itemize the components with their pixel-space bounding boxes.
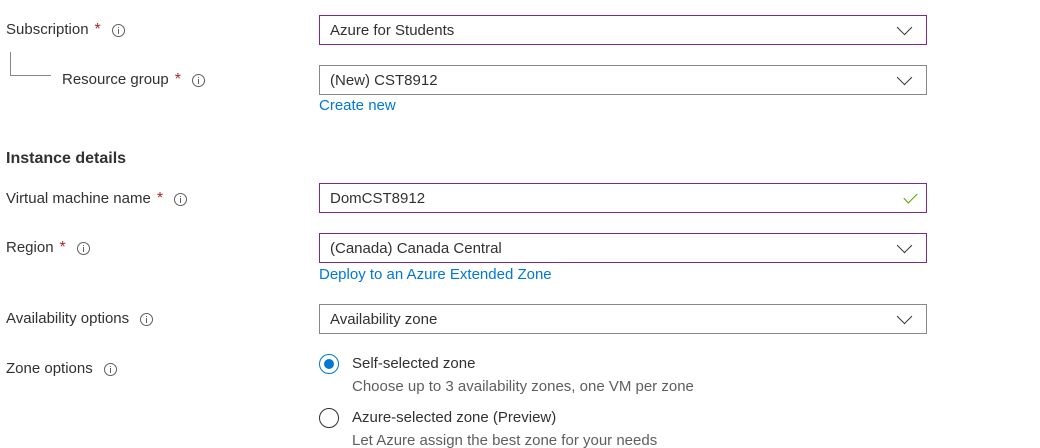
chevron-down-icon	[896, 237, 913, 253]
region-label: Region	[6, 239, 54, 256]
availability-dropdown[interactable]: Availability zone	[319, 304, 927, 334]
chevron-down-icon	[896, 19, 913, 35]
radio-title: Azure-selected zone (Preview)	[352, 409, 557, 426]
required-asterisk: *	[94, 21, 101, 38]
radio-button[interactable]	[319, 408, 339, 428]
region-value: (Canada) Canada Central	[330, 239, 502, 257]
radio-title: Self-selected zone	[352, 355, 476, 372]
required-asterisk: *	[174, 71, 181, 88]
vm-name-label-row: Virtual machine name *	[6, 189, 188, 209]
subscription-dropdown[interactable]: Azure for Students	[319, 15, 927, 45]
region-dropdown[interactable]: (Canada) Canada Central	[319, 233, 927, 263]
vm-name-label: Virtual machine name	[6, 190, 151, 207]
radio-text: Self-selected zone Choose up to 3 availa…	[352, 354, 694, 397]
chevron-down-icon	[896, 69, 913, 85]
section-heading-instance-details: Instance details	[6, 150, 127, 167]
radio-description: Let Azure assign the best zone for your …	[352, 432, 658, 448]
extended-zone-link[interactable]: Deploy to an Azure Extended Zone	[319, 266, 552, 283]
subscription-value: Azure for Students	[330, 21, 455, 39]
vm-name-input[interactable]: DomCST8912	[319, 183, 927, 213]
hierarchy-connector	[10, 52, 51, 76]
info-icon[interactable]	[103, 362, 117, 376]
info-icon[interactable]	[111, 23, 125, 37]
required-asterisk: *	[156, 190, 164, 207]
zone-label: Zone options	[6, 360, 93, 377]
availability-label: Availability options	[6, 310, 130, 327]
region-label-row: Region *	[6, 238, 90, 258]
resource-group-label: Resource group	[62, 71, 169, 88]
radio-text: Azure-selected zone (Preview) Let Azure …	[352, 408, 657, 448]
radio-azure-selected-zone[interactable]: Azure-selected zone (Preview) Let Azure …	[319, 408, 657, 448]
info-icon[interactable]	[140, 312, 154, 326]
subscription-label-row: Subscription *	[6, 20, 125, 40]
info-icon[interactable]	[174, 192, 188, 206]
chevron-down-icon	[896, 308, 913, 324]
resource-group-value: (New) CST8912	[330, 71, 438, 89]
availability-label-row: Availability options	[6, 309, 154, 329]
info-icon[interactable]	[76, 241, 90, 255]
create-new-link[interactable]: Create new	[319, 97, 396, 114]
info-icon[interactable]	[191, 73, 205, 87]
resource-group-label-row: Resource group *	[62, 70, 205, 90]
zone-label-row: Zone options	[6, 359, 117, 379]
vm-name-value: DomCST8912	[330, 189, 426, 207]
resource-group-dropdown[interactable]: (New) CST8912	[319, 65, 927, 95]
availability-value: Availability zone	[330, 310, 438, 328]
radio-button[interactable]	[319, 354, 339, 374]
required-asterisk: *	[59, 239, 66, 256]
vm-basics-form: Subscription * Azure for Students Resour…	[0, 0, 1040, 448]
radio-self-selected-zone[interactable]: Self-selected zone Choose up to 3 availa…	[319, 354, 694, 397]
radio-description: Choose up to 3 availability zones, one V…	[352, 378, 694, 395]
subscription-label: Subscription	[6, 21, 89, 38]
